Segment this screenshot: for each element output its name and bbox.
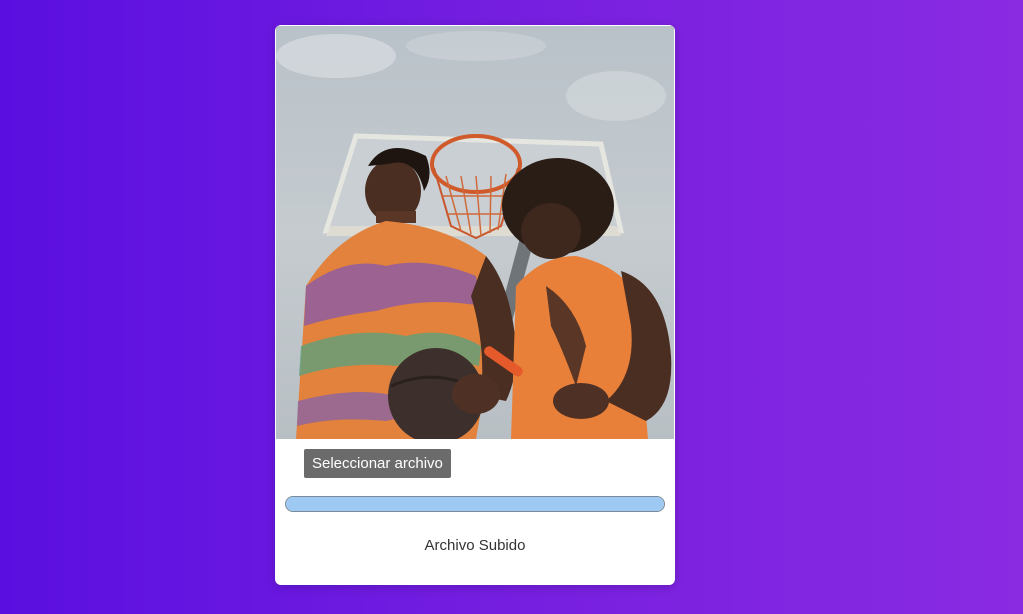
upload-card: Seleccionar archivo Archivo Subido	[275, 25, 675, 585]
upload-status-text: Archivo Subido	[424, 537, 526, 554]
uploaded-image	[276, 26, 674, 439]
upload-progress-fill	[286, 497, 664, 511]
select-file-button[interactable]: Seleccionar archivo	[304, 449, 451, 478]
photo-illustration	[276, 31, 672, 439]
upload-progress-bar	[285, 496, 665, 512]
